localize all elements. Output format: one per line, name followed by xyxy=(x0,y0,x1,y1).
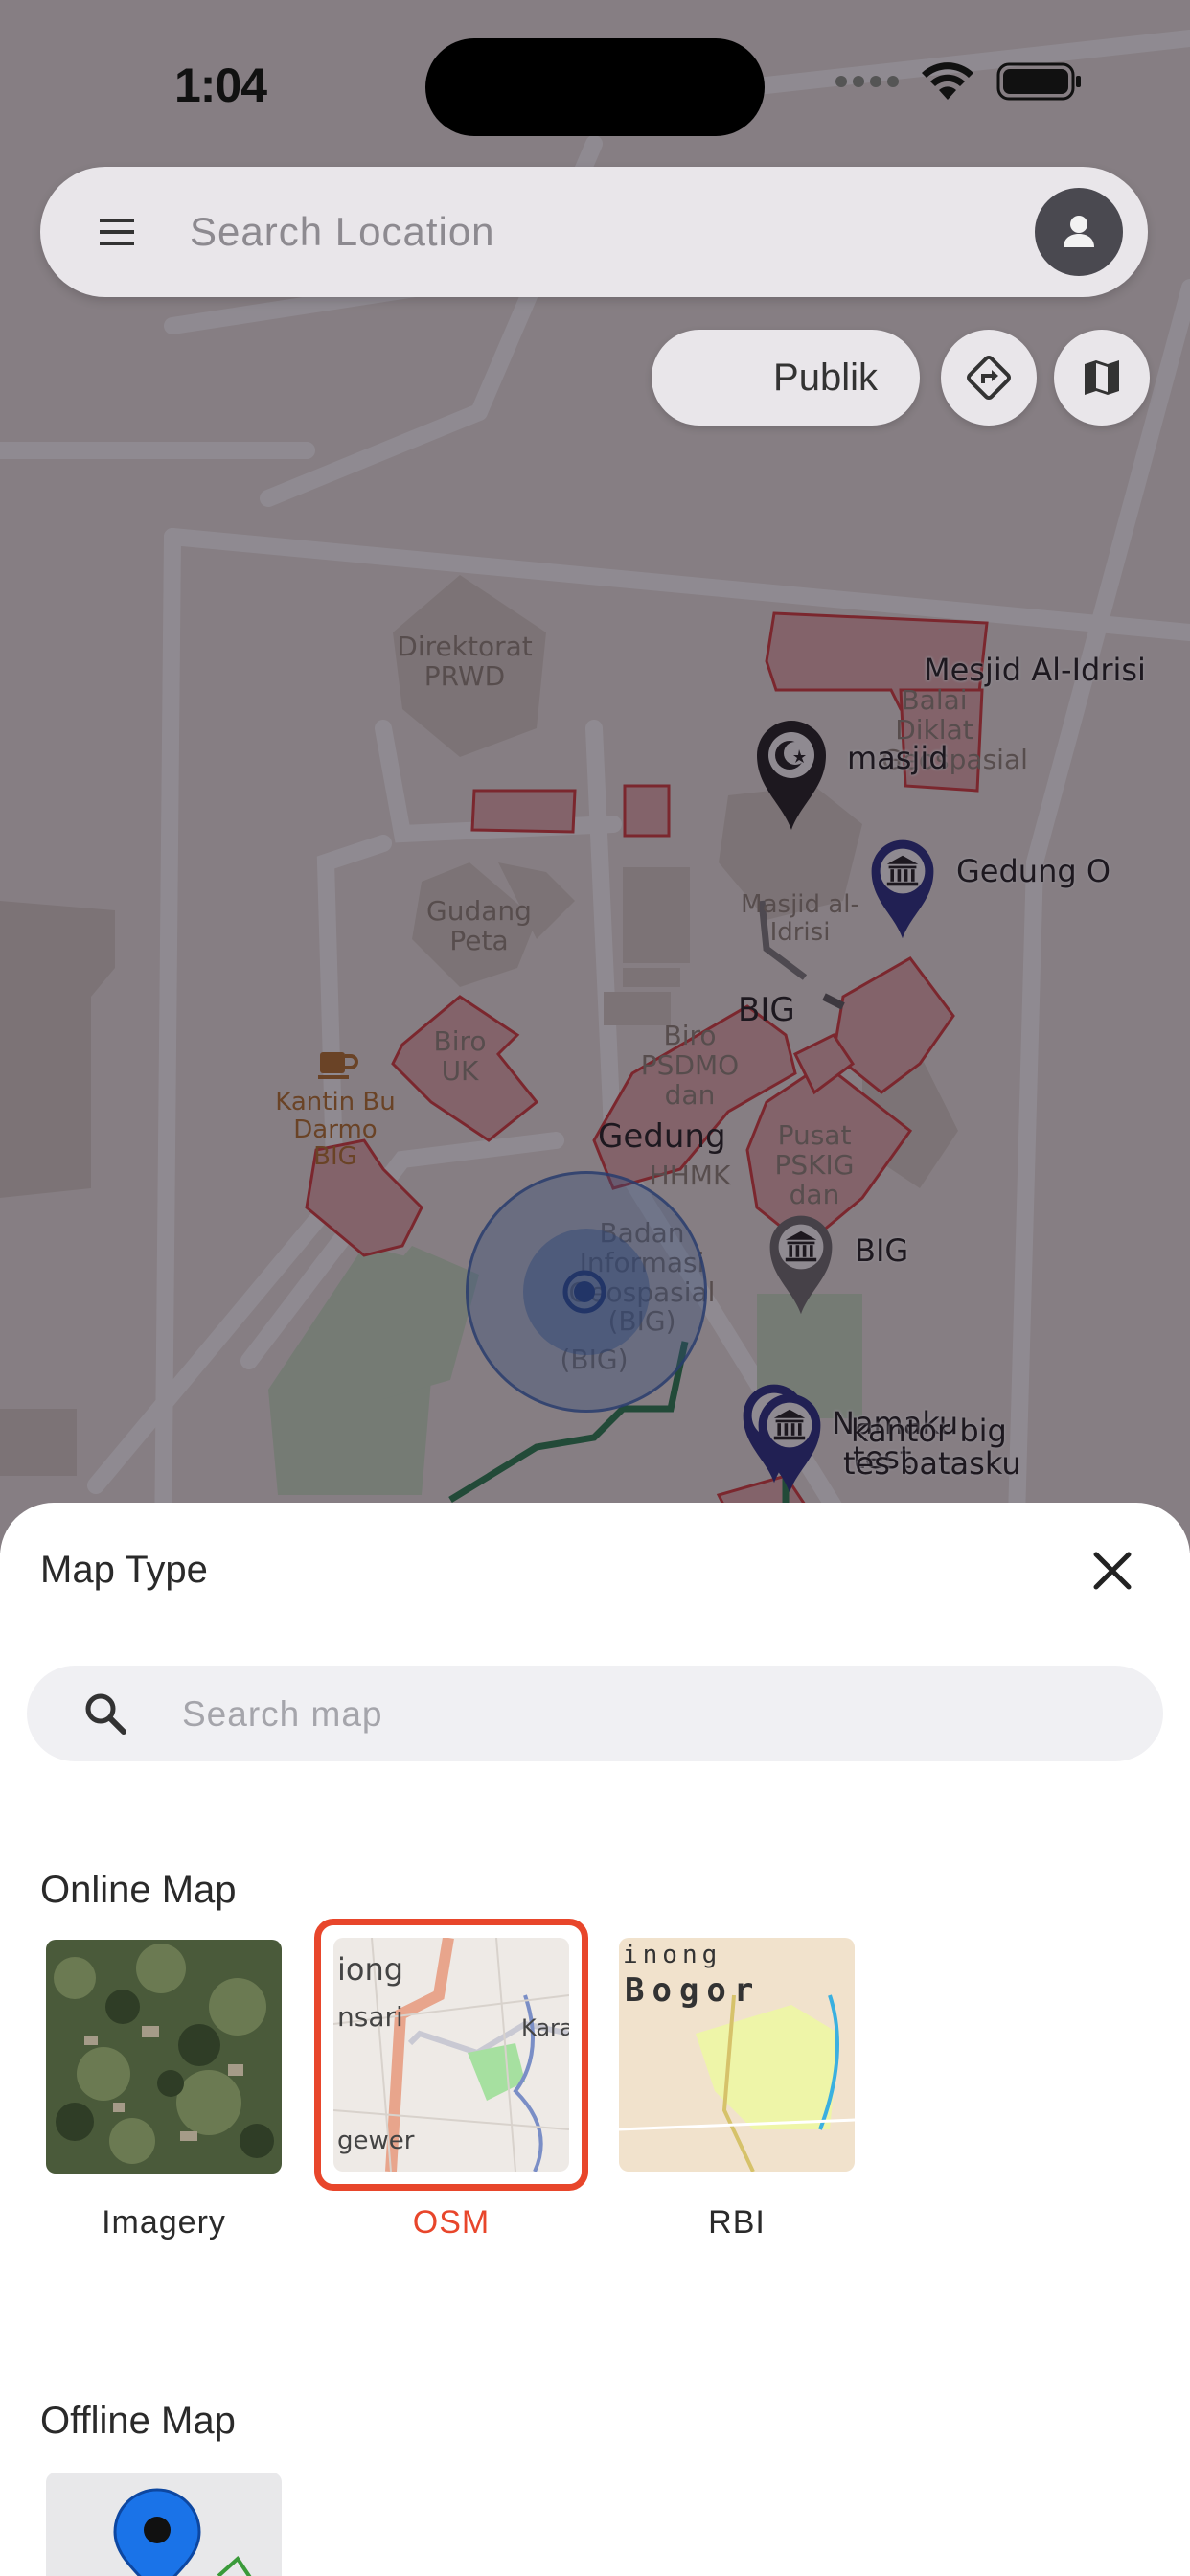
status-icons xyxy=(835,61,1083,102)
wifi-icon xyxy=(922,62,973,100)
person-icon xyxy=(1064,216,1094,247)
rbi-tile-text-2: Bogor xyxy=(625,1971,761,2010)
map-label-gudang: Gudang Peta xyxy=(426,895,532,956)
coffee-icon xyxy=(318,1052,358,1079)
rbi-label: RBI xyxy=(708,2204,766,2241)
sheet-title: Map Type xyxy=(40,1549,208,1591)
dynamic-island xyxy=(425,38,765,136)
rbi-map-tile[interactable]: inong Bogor xyxy=(619,1938,855,2172)
map-search-input[interactable]: Search map xyxy=(27,1666,1163,1761)
map-label-gedung: Gedung xyxy=(598,1117,726,1156)
search-icon xyxy=(85,1693,126,1735)
map-label-masjid-building: Masjid al-Idrisi xyxy=(741,890,859,947)
poi-label-tes-batasku: tes batasku xyxy=(843,1445,1021,1482)
rbi-thumbnail: inong Bogor xyxy=(619,1938,855,2172)
imagery-thumbnail xyxy=(46,1940,282,2174)
status-time: 1:04 xyxy=(174,58,267,112)
map-label-pusat: Pusat PSKIG dan xyxy=(774,1119,855,1210)
poi-label-big-b: BIG xyxy=(855,1232,909,1269)
map-layers-button[interactable] xyxy=(1054,330,1150,426)
osm-label: OSM xyxy=(412,2204,491,2241)
search-location-input[interactable]: Search Location xyxy=(190,209,495,255)
poi-label-mesjid: Mesjid Al-Idrisi xyxy=(924,652,1146,688)
rbi-tile-text-1: inong xyxy=(623,1941,721,1969)
museum-pin-gedung-o-icon[interactable] xyxy=(868,836,937,941)
directions-button[interactable] xyxy=(941,330,1037,426)
location-search-bar[interactable]: Search Location xyxy=(40,167,1148,297)
close-icon[interactable] xyxy=(1087,1545,1138,1597)
publik-label: Publik xyxy=(773,356,878,399)
poi-label-masjid: masjid xyxy=(847,740,949,776)
museum-pin-kantor-icon[interactable] xyxy=(755,1390,824,1495)
offline-map-tile[interactable] xyxy=(46,2472,282,2576)
publik-filter-button[interactable]: Publik xyxy=(652,330,920,426)
mosque-pin-icon[interactable] xyxy=(753,717,830,832)
map-icon xyxy=(1085,360,1119,395)
osm-selected-ring xyxy=(314,1919,588,2191)
map-search-placeholder: Search map xyxy=(182,1694,383,1734)
profile-avatar[interactable] xyxy=(1035,188,1123,276)
imagery-map-tile[interactable] xyxy=(46,1940,282,2174)
offline-map-title: Offline Map xyxy=(40,2400,236,2442)
online-map-title: Online Map xyxy=(40,1869,237,1911)
map-label-hhmk: HHMK xyxy=(649,1160,731,1191)
map-label-direktorat: Direktorat PRWD xyxy=(397,631,533,692)
directions-icon xyxy=(967,356,1011,400)
signal-icon xyxy=(835,76,899,87)
map-label-big-a: BIG xyxy=(738,991,795,1029)
imagery-label: Imagery xyxy=(102,2204,226,2241)
map-label-biro-psdmo: Biro PSDMO dan xyxy=(640,1020,740,1111)
museum-pin-big-icon[interactable] xyxy=(767,1211,835,1317)
location-pin-icon xyxy=(113,2488,252,2576)
map-label-biro-uk: Biro UK xyxy=(433,1025,487,1087)
poi-label-gedung-o: Gedung O xyxy=(956,853,1111,889)
menu-icon[interactable] xyxy=(96,213,138,251)
my-location-icon[interactable] xyxy=(560,1267,609,1317)
map-label-kantin: Kantin Bu Darmo BIG xyxy=(275,1088,396,1172)
battery-icon xyxy=(996,62,1081,101)
